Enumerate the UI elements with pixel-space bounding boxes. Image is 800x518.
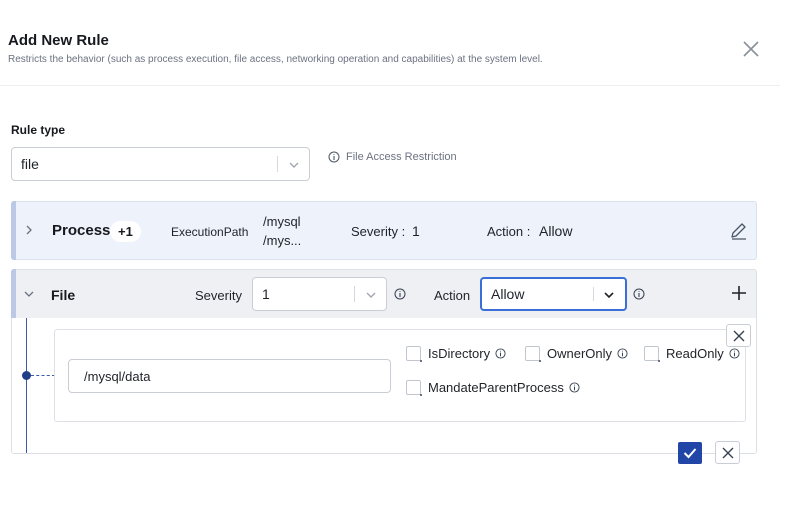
check-icon bbox=[683, 448, 697, 459]
close-icon bbox=[743, 41, 759, 57]
file-action-value: Allow bbox=[491, 286, 525, 302]
process-action-value: Allow bbox=[539, 223, 573, 239]
file-rule-body: IsDirectory OwnerOnly ReadOnly MandatePa… bbox=[11, 318, 757, 464]
process-count-badge: +1 bbox=[110, 221, 141, 242]
close-dialog-button[interactable] bbox=[740, 38, 762, 60]
remove-path-button[interactable] bbox=[726, 324, 751, 347]
edit-icon[interactable] bbox=[729, 221, 749, 241]
rule-type-info-text: File Access Restriction bbox=[346, 151, 457, 163]
is-directory-option[interactable]: IsDirectory bbox=[406, 346, 506, 362]
chevron-down-icon[interactable] bbox=[288, 158, 300, 170]
info-icon bbox=[569, 382, 580, 393]
tree-connector-line bbox=[26, 318, 27, 453]
chevron-right-icon[interactable] bbox=[24, 225, 34, 235]
file-rule-row[interactable]: File Severity 1 Action Allow bbox=[11, 269, 757, 319]
is-directory-label: IsDirectory bbox=[428, 346, 491, 361]
info-icon bbox=[394, 288, 406, 300]
process-severity-label: Severity : bbox=[351, 224, 406, 239]
info-icon bbox=[729, 348, 740, 359]
read-only-label: ReadOnly bbox=[666, 346, 724, 361]
rule-type-label: Rule type bbox=[11, 123, 66, 137]
file-title: File bbox=[51, 287, 76, 303]
process-action-label: Action : bbox=[487, 224, 531, 239]
execution-path-label: ExecutionPath bbox=[171, 225, 249, 239]
process-rule-row[interactable]: Process +1 ExecutionPath /mysql /mys... … bbox=[11, 201, 757, 260]
chevron-down-icon[interactable] bbox=[24, 289, 34, 299]
chevron-down-icon[interactable] bbox=[603, 288, 615, 300]
header-divider bbox=[0, 85, 780, 86]
info-icon bbox=[328, 151, 340, 163]
rule-type-select[interactable]: file bbox=[11, 147, 310, 181]
mandate-parent-process-checkbox[interactable] bbox=[406, 380, 422, 396]
read-only-checkbox[interactable] bbox=[644, 346, 660, 362]
select-separator bbox=[277, 156, 278, 172]
info-icon bbox=[633, 288, 645, 300]
owner-only-checkbox[interactable] bbox=[525, 346, 541, 362]
info-icon bbox=[495, 348, 506, 359]
chevron-down-icon[interactable] bbox=[365, 288, 377, 300]
owner-only-label: OwnerOnly bbox=[547, 346, 613, 361]
file-severity-label: Severity bbox=[195, 288, 242, 303]
execution-path-value-truncated: /mys... bbox=[263, 233, 302, 248]
mandate-parent-process-label: MandateParentProcess bbox=[428, 380, 564, 395]
process-title: Process bbox=[52, 222, 111, 239]
tree-branch-line bbox=[31, 375, 55, 376]
confirm-button[interactable] bbox=[678, 442, 702, 464]
mandate-parent-process-option[interactable]: MandateParentProcess bbox=[406, 380, 580, 396]
file-severity-select[interactable]: 1 bbox=[252, 277, 387, 311]
select-separator bbox=[354, 286, 355, 302]
rule-type-value: file bbox=[21, 156, 39, 172]
read-only-option[interactable]: ReadOnly bbox=[644, 346, 740, 362]
plus-icon[interactable] bbox=[730, 284, 748, 302]
process-severity-value: 1 bbox=[412, 223, 420, 239]
dialog-title: Add New Rule bbox=[8, 32, 109, 49]
is-directory-checkbox[interactable] bbox=[406, 346, 422, 362]
dialog-subtitle: Restricts the behavior (such as process … bbox=[8, 54, 543, 65]
file-severity-value: 1 bbox=[262, 286, 270, 302]
close-icon bbox=[722, 447, 733, 458]
tree-node-dot bbox=[22, 371, 31, 380]
file-action-label: Action bbox=[434, 288, 471, 303]
file-action-select[interactable]: Allow bbox=[480, 277, 627, 311]
execution-path-value: /mysql bbox=[263, 214, 301, 229]
close-icon bbox=[733, 330, 744, 341]
info-icon bbox=[617, 348, 628, 359]
file-path-card: IsDirectory OwnerOnly ReadOnly MandatePa… bbox=[54, 324, 751, 422]
owner-only-option[interactable]: OwnerOnly bbox=[525, 346, 628, 362]
select-separator bbox=[593, 287, 594, 301]
rule-type-info: File Access Restriction bbox=[328, 151, 457, 163]
file-path-input[interactable] bbox=[68, 359, 391, 393]
cancel-button[interactable] bbox=[715, 441, 740, 464]
